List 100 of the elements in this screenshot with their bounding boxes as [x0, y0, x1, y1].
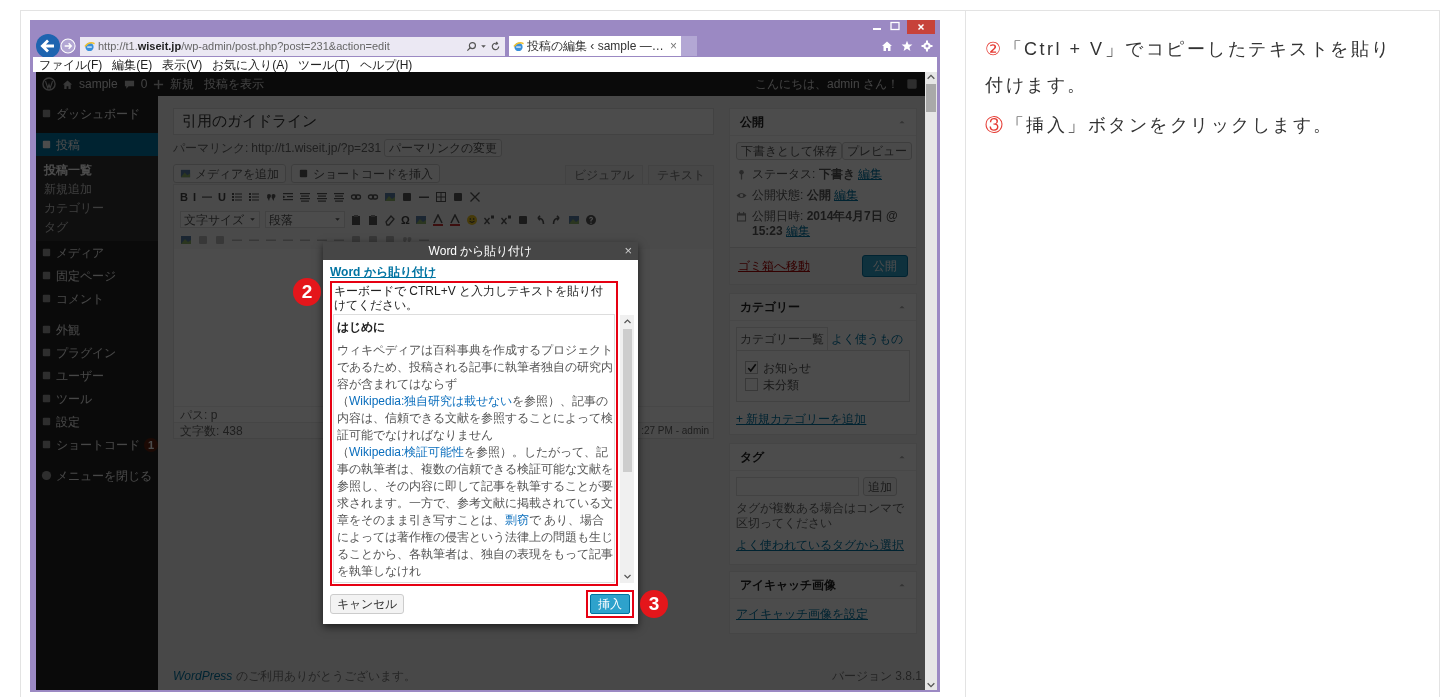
browser-icon — [513, 40, 524, 52]
close-icon — [916, 22, 926, 32]
set-featured-image-link[interactable]: アイキャッチ画像を設定 — [736, 607, 868, 621]
help-icon[interactable] — [584, 213, 597, 226]
back-button[interactable] — [36, 34, 60, 58]
checkbox[interactable] — [745, 361, 758, 374]
search-icon[interactable] — [466, 40, 477, 52]
menu-item[interactable]: ファイル(F) — [39, 55, 103, 74]
script-icon[interactable] — [482, 213, 495, 226]
scroll-up-icon[interactable] — [622, 317, 632, 326]
toggle-icon[interactable] — [898, 118, 906, 126]
eye-icon — [736, 190, 747, 201]
square-icon[interactable] — [516, 213, 529, 226]
paste-icon[interactable] — [350, 213, 362, 226]
menu-item[interactable]: ヘルプ(H) — [359, 55, 413, 74]
square-icon[interactable] — [451, 191, 464, 203]
menu-item[interactable]: 表示(V) — [162, 55, 203, 74]
scrollbar[interactable] — [620, 315, 634, 583]
square-icon — [41, 324, 52, 335]
cancel-button[interactable]: キャンセル — [330, 594, 404, 614]
caret-icon[interactable] — [480, 42, 487, 50]
choose-tags-link[interactable]: よく使われているタグから選択 — [736, 538, 904, 552]
table-icon[interactable] — [434, 191, 447, 203]
close-button[interactable]: × — [624, 242, 632, 260]
scrollbar-thumb[interactable] — [926, 84, 936, 112]
script-icon[interactable] — [499, 213, 512, 226]
address-field[interactable]: http://t1.wiseit.jp/wp-admin/post.php?post=231&action=edit — [80, 36, 505, 56]
menu-item[interactable]: ツール(T) — [298, 55, 350, 74]
edit-link[interactable]: 編集 — [858, 167, 882, 181]
trash-link[interactable]: ゴミ箱へ移動 — [738, 257, 810, 275]
expand-icon[interactable] — [468, 191, 481, 203]
link-icon[interactable] — [349, 191, 362, 203]
sidebar-item[interactable]: 投稿 — [36, 133, 158, 156]
avatar-icon[interactable] — [905, 77, 919, 91]
maximize-button[interactable] — [889, 20, 901, 32]
category-tab[interactable]: よく使うもの — [828, 328, 906, 350]
image-icon[interactable] — [383, 191, 396, 203]
box-title: 公開 — [740, 114, 764, 131]
article-heading: はじめに — [337, 319, 386, 336]
menu-item[interactable]: お気に入り(A) — [212, 55, 289, 74]
paste-icon[interactable] — [367, 213, 379, 226]
square-icon — [41, 347, 52, 358]
toggle-icon[interactable] — [898, 581, 906, 589]
redo-icon[interactable] — [550, 213, 563, 226]
step-text: ②「Ctrl + V」でコピーしたテキストを貼り付けます。 — [985, 38, 1393, 97]
box-title: タグ — [740, 449, 764, 466]
toggle-icon[interactable] — [898, 453, 906, 461]
align-icon[interactable] — [332, 191, 345, 203]
align-icon[interactable] — [298, 191, 311, 203]
square-icon — [41, 270, 52, 281]
scroll-up-icon[interactable] — [926, 72, 936, 82]
url-text: http://t1.wiseit.jp/wp-admin/post.php?post=231&action=edit — [98, 38, 390, 54]
image-icon[interactable] — [414, 213, 427, 226]
article-link[interactable]: Wikipedia:検証可能性 — [349, 445, 465, 459]
add-category-link[interactable]: + 新規カテゴリーを追加 — [736, 412, 867, 426]
close-button[interactable] — [907, 20, 935, 34]
image-icon[interactable] — [180, 233, 192, 246]
wordpress-link[interactable]: WordPress — [173, 669, 233, 683]
box-title: カテゴリー — [740, 299, 800, 316]
article-link[interactable]: 剽窃 — [505, 513, 529, 527]
eraser-icon[interactable] — [384, 213, 396, 226]
forward-button[interactable] — [60, 38, 76, 54]
home-icon[interactable] — [881, 40, 893, 52]
article-link[interactable]: Wikipedia:独自研究は載せない — [349, 394, 513, 408]
step-text: ③「挿入」ボタンをクリックします。 — [985, 114, 1335, 137]
circle-icon — [41, 470, 52, 481]
square-icon[interactable] — [400, 191, 413, 203]
toggle-icon[interactable] — [898, 303, 906, 311]
scrollbar[interactable] — [925, 72, 937, 690]
list-icon[interactable] — [230, 191, 243, 203]
square-icon — [41, 139, 52, 150]
count-badge: 1 — [144, 437, 159, 452]
browser-tab[interactable]: 投稿の編集 ‹ sample —… × — [509, 36, 681, 56]
edit-link[interactable]: 編集 — [786, 224, 811, 238]
comment-icon — [123, 78, 135, 90]
settings-icon[interactable] — [921, 40, 933, 52]
quote-icon[interactable] — [264, 191, 277, 203]
edit-link[interactable]: 編集 — [834, 188, 858, 202]
color-icon[interactable] — [448, 213, 461, 226]
scroll-down-icon[interactable] — [926, 680, 936, 690]
tab-close-button[interactable]: × — [670, 37, 677, 55]
scrollbar-thumb[interactable] — [622, 329, 632, 472]
refresh-icon[interactable] — [490, 40, 501, 52]
star-icon[interactable] — [901, 40, 913, 52]
menu-item[interactable]: 編集(E) — [112, 55, 153, 74]
indent-icon[interactable] — [281, 191, 294, 203]
tab-title: 投稿の編集 ‹ sample —… — [527, 38, 664, 55]
image-icon[interactable] — [567, 213, 580, 226]
smiley-icon[interactable] — [465, 213, 478, 226]
dialog-heading-link[interactable]: Word から貼り付け — [330, 265, 436, 280]
align-icon[interactable] — [315, 191, 328, 203]
logo-icon[interactable] — [42, 77, 56, 91]
color-icon[interactable] — [431, 213, 444, 226]
dialog-title: Word から貼り付け — [428, 243, 533, 260]
link-icon[interactable] — [366, 191, 379, 203]
insert-button[interactable]: 挿入 — [590, 594, 630, 614]
scroll-down-icon[interactable] — [622, 572, 632, 581]
plus-icon — [153, 78, 165, 90]
title-field[interactable]: 引用のガイドライン — [173, 108, 714, 135]
list-icon[interactable] — [247, 191, 260, 203]
